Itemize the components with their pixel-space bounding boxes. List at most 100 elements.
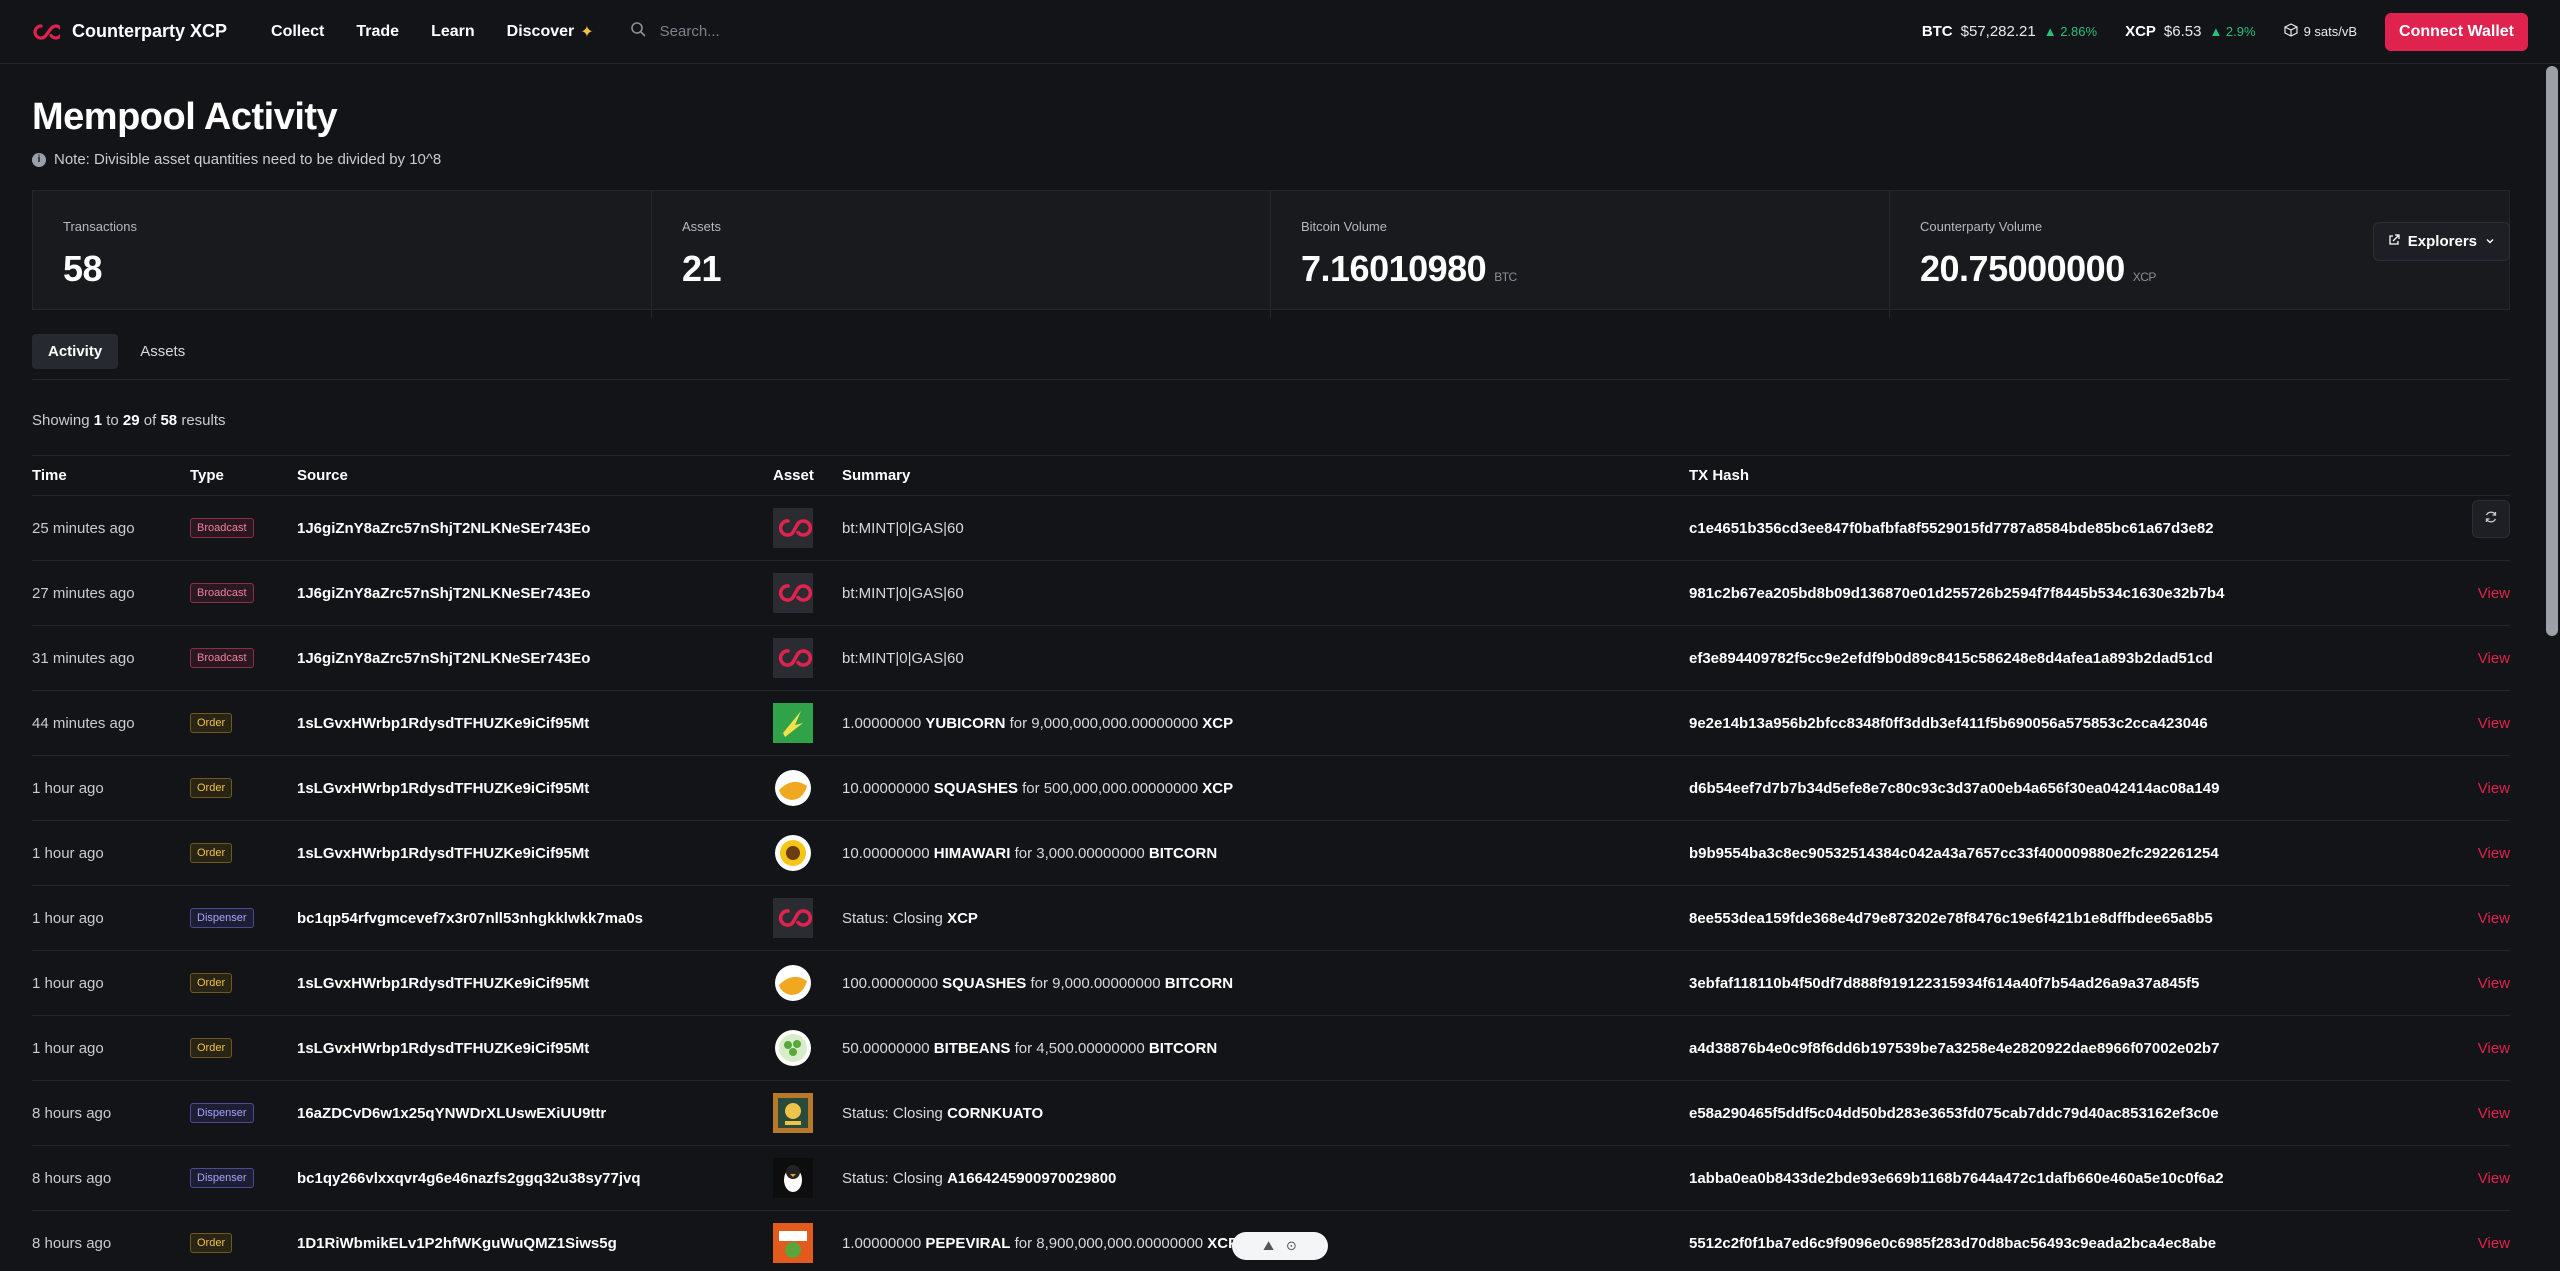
connect-wallet-button[interactable]: Connect Wallet bbox=[2385, 12, 2528, 51]
cornkuato-icon[interactable] bbox=[773, 1093, 813, 1133]
row-source[interactable]: 1sLGvxHWrbp1RdysdTFHUZKe9iCif95Mt bbox=[297, 1015, 773, 1081]
view-link[interactable]: View bbox=[2430, 560, 2510, 626]
type-badge[interactable]: Order bbox=[190, 778, 233, 798]
row-asset bbox=[773, 1015, 842, 1081]
view-link[interactable]: View bbox=[2430, 1145, 2510, 1211]
stat-label: Transactions bbox=[63, 219, 137, 234]
row-source[interactable]: 1sLGvxHWrbp1RdysdTFHUZKe9iCif95Mt bbox=[297, 820, 773, 886]
explorers-button[interactable]: Explorers bbox=[2372, 222, 2510, 261]
row-source[interactable]: 1J6giZnY8aZrc57nShjT2NLKNeSEr743Eo bbox=[297, 625, 773, 691]
type-badge[interactable]: Order bbox=[190, 1233, 233, 1253]
row-source[interactable]: 1sLGvxHWrbp1RdysdTFHUZKe9iCif95Mt bbox=[297, 690, 773, 756]
floating-toolbar[interactable]: ⛰ ⊙ bbox=[1232, 1232, 1328, 1260]
xcp-logo-icon[interactable] bbox=[773, 638, 813, 678]
type-badge[interactable]: Order bbox=[190, 843, 233, 863]
row-asset bbox=[773, 1210, 842, 1271]
mountain-icon[interactable]: ⛰ bbox=[1263, 1238, 1274, 1254]
view-link[interactable]: View bbox=[2430, 625, 2510, 691]
pepeviral-icon[interactable] bbox=[773, 1223, 813, 1263]
summary-part: YUBICORN bbox=[925, 714, 1006, 732]
bitbeans-icon[interactable] bbox=[773, 1028, 813, 1068]
yubicorn-icon[interactable] bbox=[773, 703, 813, 743]
row-tx-hash[interactable]: 981c2b67ea205bd8b09d136870e01d255726b259… bbox=[1689, 560, 2430, 626]
ticker-change: ▲ 2.9% bbox=[2209, 24, 2256, 39]
row-time: 8 hours ago bbox=[32, 1210, 190, 1271]
fee-rate: 9 sats/vB bbox=[2283, 23, 2357, 40]
view-link[interactable]: View bbox=[2430, 1080, 2510, 1146]
type-badge[interactable]: Broadcast bbox=[190, 518, 254, 538]
nav-collect[interactable]: Collect bbox=[271, 22, 324, 42]
xcp-logo-icon[interactable] bbox=[773, 508, 813, 548]
search-input[interactable] bbox=[659, 23, 900, 40]
table-row: 8 hours ago Dispenser 16aZDCvD6w1x25qYNWDr… bbox=[32, 1080, 2510, 1146]
row-time: 31 minutes ago bbox=[32, 625, 190, 691]
table-body: 25 minutes ago Broadcast 1J6giZnY8aZrc57nS… bbox=[32, 495, 2510, 1271]
type-badge[interactable]: Broadcast bbox=[190, 583, 254, 603]
row-source[interactable]: 1J6giZnY8aZrc57nShjT2NLKNeSEr743Eo bbox=[297, 495, 773, 561]
showing-to-word: to bbox=[106, 412, 119, 429]
row-source[interactable]: bc1qy266vlxxqvr4g6e46nazfs2ggq32u38sy77j… bbox=[297, 1145, 773, 1211]
brand-name: Counterparty XCP bbox=[72, 21, 228, 41]
row-source[interactable]: bc1qp54rfvgmcevef7x3r07nll53nhgkklwkk7ma… bbox=[297, 885, 773, 951]
brand[interactable]: Counterparty XCP bbox=[32, 21, 227, 42]
target-icon[interactable]: ⊙ bbox=[1286, 1238, 1297, 1254]
type-badge[interactable]: Order bbox=[190, 1038, 233, 1058]
summary-part: SQUASHES bbox=[942, 974, 1027, 992]
showing-suffix: results bbox=[181, 412, 226, 429]
nav-learn[interactable]: Learn bbox=[431, 22, 475, 42]
view-link[interactable]: View bbox=[2430, 1015, 2510, 1081]
nav-trade[interactable]: Trade bbox=[356, 22, 399, 42]
squashes-icon[interactable] bbox=[773, 768, 813, 808]
tab-assets[interactable]: Assets bbox=[124, 334, 201, 369]
nav-discover[interactable]: Discover ✦ bbox=[507, 22, 594, 42]
row-tx-hash[interactable]: 9e2e14b13a956b2bfcc8348f0ff3ddb3ef411f5b… bbox=[1689, 690, 2430, 756]
table-row: 25 minutes ago Broadcast 1J6giZnY8aZrc57nS… bbox=[32, 495, 2510, 561]
type-badge[interactable]: Order bbox=[190, 973, 233, 993]
chevron-down-icon bbox=[2485, 233, 2495, 250]
row-tx-hash[interactable]: 8ee553dea159fde368e4d79e873202e78f8476c1… bbox=[1689, 885, 2430, 951]
row-tx-hash[interactable]: 1abba0ea0b8433de2bde93e669b1168b7644a472… bbox=[1689, 1145, 2430, 1211]
row-source[interactable]: 16aZDCvD6w1x25qYNWDrXLUswEXiUU9ttr bbox=[297, 1080, 773, 1146]
row-tx-hash[interactable]: b9b9554ba3c8ec90532514384c042a43a7657cc3… bbox=[1689, 820, 2430, 886]
row-tx-hash[interactable]: a4d38876b4e0c9f8f6dd6b197539be7a3258e4e2… bbox=[1689, 1015, 2430, 1081]
view-link[interactable]: View bbox=[2430, 1210, 2510, 1271]
row-tx-hash[interactable]: d6b54eef7d7b7b34d5efe8e7c80c93c3d37a00eb… bbox=[1689, 755, 2430, 821]
row-tx-hash[interactable]: 5512c2f0f1ba7ed6c9f9096e0c6985f283d70d8b… bbox=[1689, 1210, 2430, 1271]
view-link[interactable]: View bbox=[2430, 755, 2510, 821]
view-link[interactable]: View bbox=[2430, 820, 2510, 886]
scrollbar[interactable] bbox=[2546, 66, 2558, 636]
row-asset bbox=[773, 690, 842, 756]
type-badge[interactable]: Dispenser bbox=[190, 1103, 254, 1123]
row-source[interactable]: 1sLGvxHWrbp1RdysdTFHUZKe9iCif95Mt bbox=[297, 950, 773, 1016]
xcp-logo-icon[interactable] bbox=[773, 573, 813, 613]
row-source[interactable]: 1D1RiWbmikELv1P2hfWKguWuQMZ1Siws5g bbox=[297, 1210, 773, 1271]
row-source[interactable]: 1J6giZnY8aZrc57nShjT2NLKNeSEr743Eo bbox=[297, 560, 773, 626]
type-badge[interactable]: Dispenser bbox=[190, 908, 254, 928]
squashes-icon[interactable] bbox=[773, 963, 813, 1003]
type-badge[interactable]: Dispenser bbox=[190, 1168, 254, 1188]
page-title: Mempool Activity bbox=[32, 96, 338, 138]
xcp-logo-icon[interactable] bbox=[773, 898, 813, 938]
nav-discover-label: Discover bbox=[506, 22, 575, 40]
tab-activity[interactable]: Activity bbox=[32, 334, 119, 369]
view-link[interactable]: View bbox=[2430, 950, 2510, 1016]
row-time: 8 hours ago bbox=[32, 1080, 190, 1146]
type-badge[interactable]: Broadcast bbox=[190, 648, 254, 668]
row-type: Order bbox=[190, 950, 297, 1016]
row-tx-hash[interactable]: e58a290465f5ddf5c04dd50bd283e3653fd075ca… bbox=[1689, 1080, 2430, 1146]
penguin-icon[interactable] bbox=[773, 1158, 813, 1198]
row-tx-hash[interactable]: 3ebfaf118110b4f50df7d888f919122315934f61… bbox=[1689, 950, 2430, 1016]
summary-part: 100.00000000 bbox=[842, 974, 943, 992]
row-summary: 10.00000000 HIMAWARI for 3,000.00000000 … bbox=[842, 820, 1689, 886]
row-tx-hash[interactable]: ef3e894409782f5cc9e2efdf9b0d89c8415c5862… bbox=[1689, 625, 2430, 691]
view-link[interactable]: View bbox=[2430, 885, 2510, 951]
himawari-icon[interactable] bbox=[773, 833, 813, 873]
view-link[interactable]: View bbox=[2430, 690, 2510, 756]
refresh-button[interactable] bbox=[2472, 500, 2510, 538]
type-badge[interactable]: Order bbox=[190, 713, 233, 733]
row-source[interactable]: 1sLGvxHWrbp1RdysdTFHUZKe9iCif95Mt bbox=[297, 755, 773, 821]
summary-part: PEPEVIRAL bbox=[925, 1234, 1011, 1252]
summary-part: Status: Closing bbox=[842, 1169, 948, 1187]
summary-part: 10.00000000 bbox=[842, 779, 934, 797]
row-tx-hash[interactable]: c1e4651b356cd3ee847f0bafbfa8f5529015fd77… bbox=[1689, 495, 2430, 561]
